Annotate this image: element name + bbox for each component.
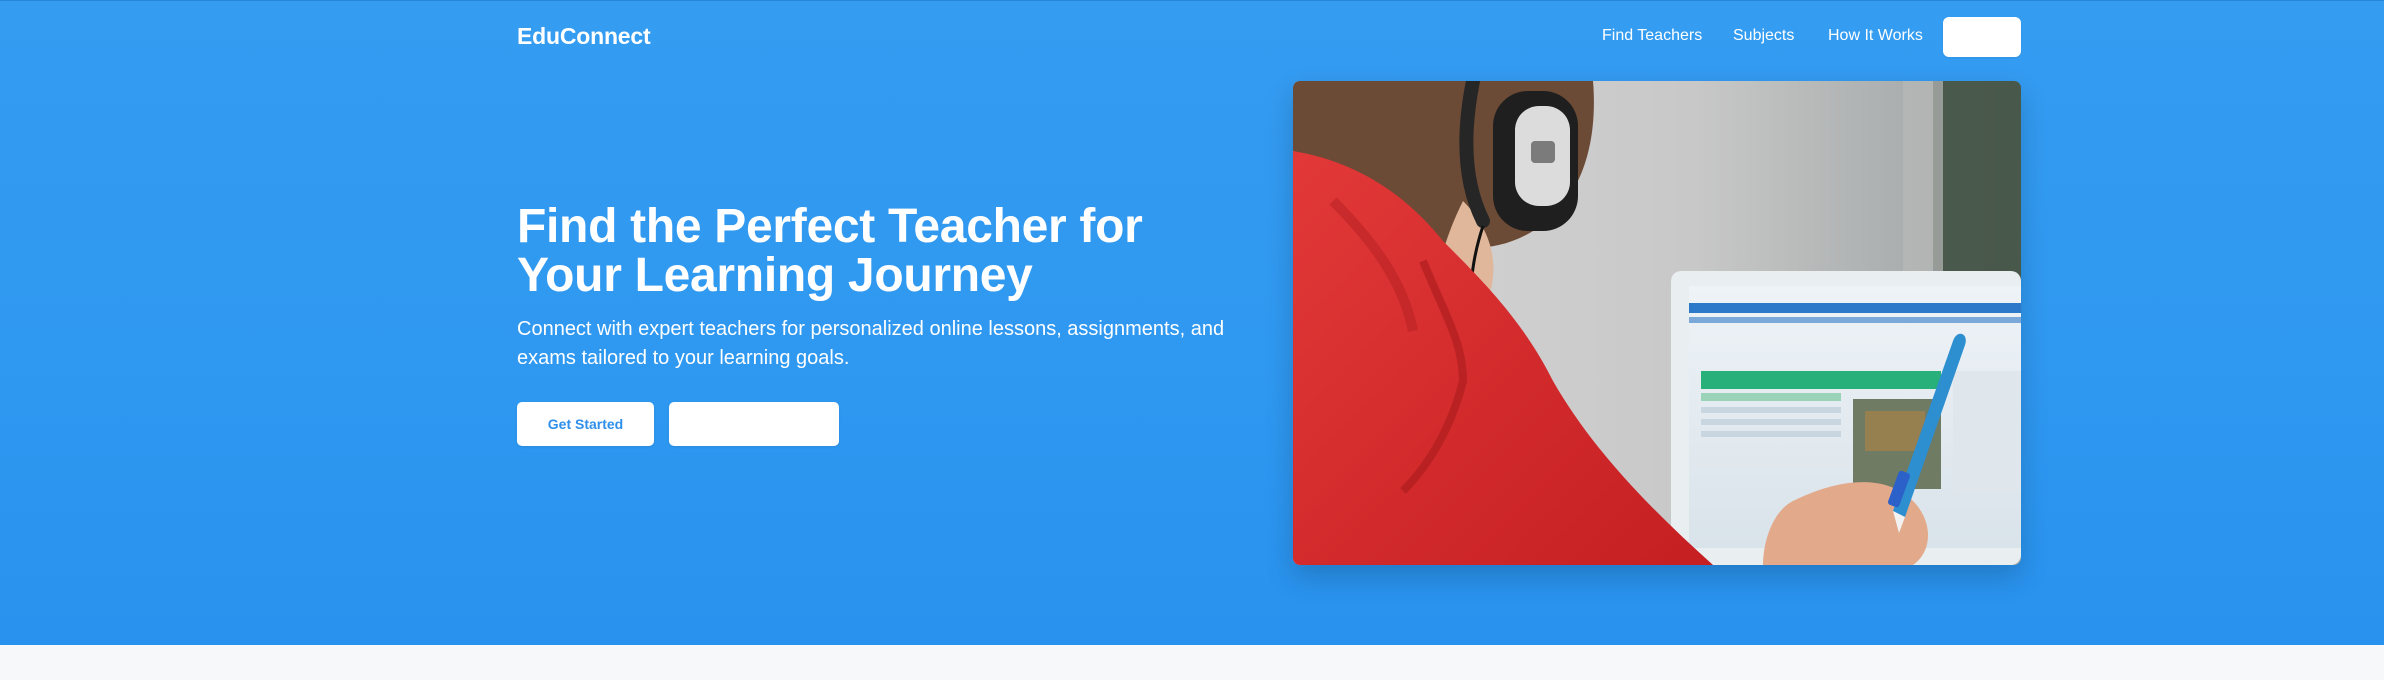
site-logo[interactable]: EduConnect	[517, 23, 651, 50]
hero-title: Find the Perfect Teacher for Your Learni…	[517, 200, 1143, 302]
hero-image	[1293, 81, 2021, 565]
hero-subtitle: Connect with expert teachers for persona…	[517, 318, 1225, 369]
nav-link-subjects[interactable]: Subjects	[1733, 27, 1794, 45]
secondary-cta-button[interactable]	[669, 402, 839, 446]
page-band	[0, 645, 2384, 680]
get-started-button[interactable]: Get Started	[517, 402, 654, 446]
nav-link-how-it-works[interactable]: How It Works	[1828, 27, 1923, 45]
top-border	[0, 0, 2384, 1]
nav-cta-button[interactable]	[1943, 17, 2021, 57]
student-photo-icon	[1293, 81, 2021, 565]
hero-section: EduConnect Find Teachers Subjects How It…	[0, 0, 2384, 645]
nav-link-find-teachers[interactable]: Find Teachers	[1602, 27, 1702, 45]
